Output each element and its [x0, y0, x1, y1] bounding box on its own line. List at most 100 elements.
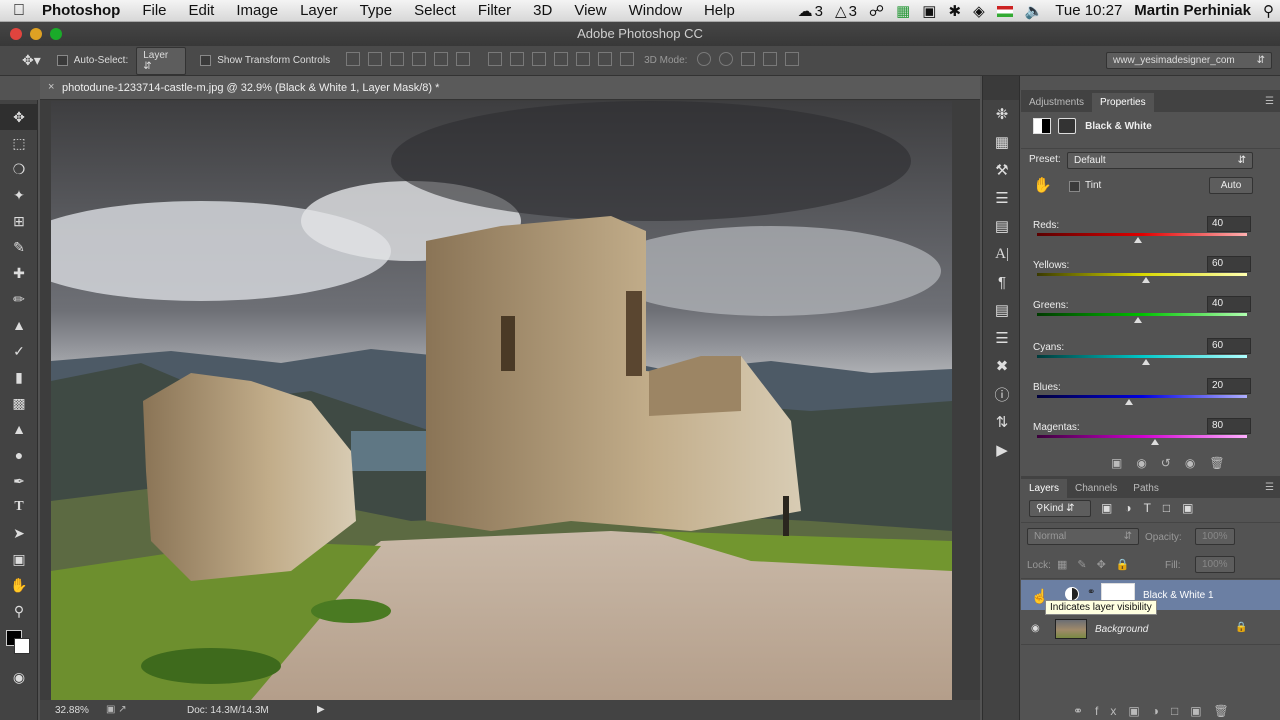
sync-icon[interactable]: ☍ — [863, 2, 890, 20]
menu-type[interactable]: Type — [349, 2, 404, 19]
lock-icons[interactable]: ▦✎✥🔒 — [1057, 558, 1140, 571]
layers-footer-icons[interactable]: ⚭fx▣◑□▣🗑 — [1073, 704, 1241, 718]
link-icon[interactable]: ⚭ — [1087, 587, 1095, 598]
slider-track[interactable] — [1037, 435, 1247, 438]
zoom-window-icon[interactable] — [50, 28, 62, 40]
tab-channels[interactable]: Channels — [1067, 479, 1125, 498]
crop-tool-icon[interactable]: ⊞ — [0, 208, 38, 234]
slider-thumb[interactable] — [1142, 359, 1151, 365]
tab-layers[interactable]: Layers — [1021, 479, 1068, 498]
slider-track[interactable] — [1037, 395, 1247, 398]
lasso-tool-icon[interactable]: ❍ — [0, 156, 38, 182]
magic-wand-tool-icon[interactable]: ✦ — [0, 182, 38, 208]
layers-panel-menu-icon[interactable]: ☰ — [1259, 482, 1280, 498]
paragraph-panel-icon[interactable]: ¶ — [983, 268, 1021, 296]
zoom-tool-icon[interactable]: ⚲ — [0, 598, 38, 624]
auto-select-dropdown[interactable]: Layer ⇵ — [136, 46, 187, 75]
character-panel-icon[interactable]: A| — [983, 240, 1021, 268]
menu-image[interactable]: Image — [225, 2, 289, 19]
actions-panel-icon[interactable]: ☰ — [983, 324, 1021, 352]
layer-mask-icon[interactable] — [1058, 118, 1077, 134]
marquee-tool-icon[interactable]: ⬚ — [0, 130, 38, 156]
tools-panel-icon[interactable]: ✖ — [983, 352, 1021, 380]
menu-file[interactable]: File — [131, 2, 177, 19]
eraser-tool-icon[interactable]: ▮ — [0, 364, 38, 390]
transform-controls-checkbox[interactable] — [200, 54, 217, 66]
slider-thumb[interactable] — [1133, 317, 1142, 323]
distribute-icons[interactable] — [484, 52, 638, 69]
layer-name[interactable]: Background — [1095, 624, 1148, 635]
slider-value-field[interactable]: 60 — [1207, 338, 1251, 354]
blur-tool-icon[interactable]: ▲ — [0, 416, 38, 442]
align-icons[interactable] — [342, 52, 474, 69]
notes-panel-icon[interactable]: ▤ — [983, 296, 1021, 324]
slider-thumb[interactable] — [1142, 277, 1151, 283]
targeted-adjustment-icon[interactable]: ✋ — [1033, 176, 1052, 194]
slider-value-field[interactable]: 40 — [1207, 216, 1251, 232]
histogram-panel-icon[interactable]: ▦ — [983, 128, 1021, 156]
adjustment-layer-icon[interactable] — [1033, 118, 1051, 134]
type-tool-icon[interactable]: T — [0, 494, 38, 520]
rectangle-tool-icon[interactable]: ▣ — [0, 546, 38, 572]
layer-filter-dropdown[interactable]: ⚲Kind ⇵ — [1029, 500, 1091, 517]
menu-view[interactable]: View — [563, 2, 617, 19]
clock[interactable]: Tue 10:27 — [1049, 2, 1128, 19]
background-color-swatch[interactable] — [14, 638, 30, 654]
opacity-field[interactable]: 100% — [1195, 528, 1235, 545]
adobe-updates-icon[interactable]: △ 3 — [829, 2, 863, 20]
color-swatches[interactable] — [0, 624, 37, 664]
menu-window[interactable]: Window — [618, 2, 693, 19]
quick-mask-icon[interactable]: ◉ — [0, 664, 38, 690]
history-brush-tool-icon[interactable]: ✓ — [0, 338, 38, 364]
menu-app-name[interactable]: Photoshop — [38, 2, 131, 19]
clone-source-icon[interactable]: ▤ — [983, 212, 1021, 240]
layer-filter-icons[interactable]: ▣◑T□▣ — [1101, 501, 1206, 515]
panel-menu-icon[interactable]: ☰ — [1259, 96, 1280, 112]
slider-value-field[interactable]: 40 — [1207, 296, 1251, 312]
tool-presets-icon[interactable]: ⚒ — [983, 156, 1021, 184]
healing-brush-tool-icon[interactable]: ✚ — [0, 260, 38, 286]
menu-help[interactable]: Help — [693, 2, 746, 19]
auto-button[interactable]: Auto — [1209, 177, 1253, 194]
slider-thumb[interactable] — [1125, 399, 1134, 405]
workspace-dropdown[interactable]: www_yesimadesigner_com ⇵ — [1106, 52, 1272, 69]
blend-mode-dropdown[interactable]: Normal ⇵ — [1027, 528, 1139, 545]
visibility-eye-icon[interactable]: ◉ — [1031, 623, 1040, 634]
apple-menu-icon[interactable]:  — [0, 2, 38, 20]
document-tab[interactable]: × photodune-1233714-castle-m.jpg @ 32.9%… — [40, 76, 980, 100]
slider-value-field[interactable]: 20 — [1207, 378, 1251, 394]
navigator-panel-icon[interactable]: ❉ — [983, 100, 1021, 128]
brush-tool-icon[interactable]: ✏ — [0, 286, 38, 312]
pen-tool-icon[interactable]: ✒ — [0, 468, 38, 494]
dodge-tool-icon[interactable]: ● — [0, 442, 38, 468]
eyedropper-tool-icon[interactable]: ✎ — [0, 234, 38, 260]
move-tool-preset-icon[interactable]: ✥▾ — [22, 52, 41, 69]
display-icon[interactable]: ▣ — [916, 2, 942, 20]
gradient-tool-icon[interactable]: ▩ — [0, 390, 38, 416]
menu-filter[interactable]: Filter — [467, 2, 522, 19]
grid-app-icon[interactable]: ▦ — [890, 2, 916, 20]
clone-stamp-tool-icon[interactable]: ▲ — [0, 312, 38, 338]
tab-paths[interactable]: Paths — [1125, 479, 1167, 498]
creative-cloud-icon[interactable]: ☁ 3 — [792, 2, 829, 20]
volume-icon[interactable]: 🔈 — [1019, 2, 1050, 20]
close-window-icon[interactable] — [10, 28, 22, 40]
minimize-window-icon[interactable] — [30, 28, 42, 40]
brush-presets-icon[interactable]: ☰ — [983, 184, 1021, 212]
slider-thumb[interactable] — [1150, 439, 1159, 445]
tab-adjustments[interactable]: Adjustments — [1021, 93, 1092, 112]
menu-select[interactable]: Select — [403, 2, 467, 19]
menu-3d[interactable]: 3D — [522, 2, 563, 19]
timeline-panel-icon[interactable]: ⇅ — [983, 408, 1021, 436]
adjustment-thumbnail-icon[interactable] — [1065, 587, 1079, 601]
slider-track[interactable] — [1037, 355, 1247, 358]
document-image[interactable] — [51, 101, 952, 700]
spotlight-search-icon[interactable]: ⚲ — [1257, 2, 1280, 20]
menu-layer[interactable]: Layer — [289, 2, 349, 19]
background-thumbnail[interactable] — [1055, 619, 1087, 639]
wifi-icon[interactable]: ◈ — [967, 2, 991, 20]
move-tool-icon[interactable]: ✥ — [0, 104, 38, 130]
slider-track[interactable] — [1037, 273, 1247, 276]
fill-field[interactable]: 100% — [1195, 556, 1235, 573]
menu-edit[interactable]: Edit — [178, 2, 226, 19]
